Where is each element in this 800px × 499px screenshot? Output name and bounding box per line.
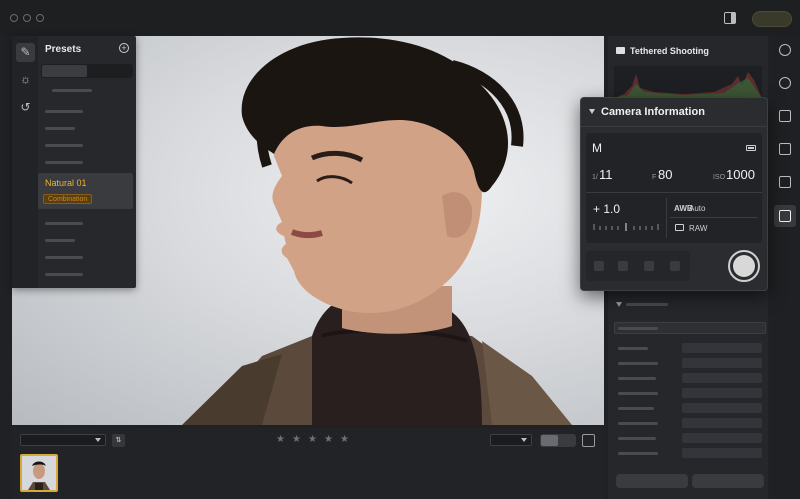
preset-item[interactable]: [45, 239, 75, 242]
divider: [670, 217, 758, 218]
shutter-button[interactable]: [728, 250, 760, 282]
row-label: [618, 377, 656, 380]
tethered-title: Tethered Shooting: [630, 46, 709, 56]
rating-star-2[interactable]: ★: [292, 434, 301, 445]
shooting-mode: M: [592, 141, 602, 155]
row-field[interactable]: [682, 343, 762, 353]
row-field[interactable]: [682, 418, 762, 428]
view-dropdown[interactable]: [490, 434, 532, 446]
face-icon[interactable]: [779, 77, 791, 89]
exposure-scale[interactable]: [592, 222, 660, 232]
divider: [666, 198, 667, 238]
exposure-compensation[interactable]: + 1.0: [593, 202, 620, 216]
row-label: [618, 407, 654, 410]
add-preset-icon[interactable]: +: [119, 43, 129, 53]
history-icon[interactable]: ↺: [19, 101, 32, 114]
sort-icon[interactable]: ⇅: [112, 434, 125, 447]
iso-label: ISO: [713, 174, 726, 181]
presets-icon[interactable]: ✎: [16, 43, 35, 62]
image-format-icon: [675, 224, 684, 231]
account-pill[interactable]: [752, 11, 792, 27]
image-format-value[interactable]: RAW: [689, 224, 707, 233]
battery-icon: [746, 145, 756, 151]
histogram: [614, 66, 762, 98]
divider: [586, 192, 762, 193]
preset-item[interactable]: [45, 222, 83, 225]
camera-control-button[interactable]: [618, 261, 628, 271]
zoom-window-button[interactable]: [36, 14, 44, 22]
title-bar: [0, 0, 800, 36]
camera-control-button[interactable]: [644, 261, 654, 271]
rating-star-4[interactable]: ★: [324, 434, 333, 445]
row-label: [618, 452, 658, 455]
shutter-label: 1/: [592, 174, 598, 181]
filter-dropdown[interactable]: [20, 434, 106, 446]
adjustments-icon[interactable]: ☼: [19, 73, 32, 86]
row-field[interactable]: [682, 403, 762, 413]
rating-star-5[interactable]: ★: [340, 434, 349, 445]
layout-toggle[interactable]: [540, 434, 576, 447]
preset-name: Natural 01: [45, 178, 87, 188]
image-icon[interactable]: [779, 110, 791, 122]
camera-control-button[interactable]: [594, 261, 604, 271]
row-label: [618, 392, 658, 395]
rating-star-1[interactable]: ★: [276, 434, 285, 445]
panel-action-button[interactable]: [616, 474, 688, 488]
preset-item[interactable]: [45, 273, 83, 276]
palette-icon[interactable]: [779, 44, 791, 56]
app-window: ✎ ☼ ↺ Presets + Natural 01 Combination T…: [0, 0, 800, 499]
preset-item[interactable]: [45, 127, 75, 130]
row-field[interactable]: [682, 388, 762, 398]
close-window-button[interactable]: [10, 14, 18, 22]
preset-tag: Combination: [43, 194, 93, 204]
camera-icon[interactable]: [779, 210, 791, 222]
row-label: [618, 362, 658, 365]
section-caret-icon[interactable]: [616, 302, 622, 307]
preset-item[interactable]: [45, 161, 83, 164]
crop-icon[interactable]: [779, 176, 791, 188]
aperture-value[interactable]: 80: [658, 167, 672, 182]
camera-icon: [616, 47, 625, 54]
camera-info-title: Camera Information: [601, 106, 705, 118]
filmstrip-thumbnail[interactable]: [20, 454, 58, 492]
compare-view-icon[interactable]: [582, 434, 595, 447]
rating-star-3[interactable]: ★: [308, 434, 317, 445]
presets-filter[interactable]: [52, 89, 92, 92]
row-label: [618, 422, 658, 425]
panel-action-button[interactable]: [692, 474, 764, 488]
presets-title: Presets: [45, 44, 82, 55]
row-field[interactable]: [682, 433, 762, 443]
section-header: [626, 303, 668, 306]
preset-item[interactable]: [45, 256, 83, 259]
row-label: [618, 437, 656, 440]
shirt-icon[interactable]: [779, 143, 791, 155]
row-label: [618, 347, 648, 350]
preset-item[interactable]: [45, 110, 83, 113]
right-tool-rail: [770, 36, 800, 499]
shutter-value[interactable]: 11: [599, 167, 613, 182]
row-field[interactable]: [682, 448, 762, 458]
dropdown-label: [618, 327, 658, 330]
aperture-label: F: [652, 174, 657, 181]
row-field[interactable]: [682, 358, 762, 368]
preset-item[interactable]: [45, 144, 83, 147]
minimize-window-button[interactable]: [23, 14, 31, 22]
panel-toggle-icon[interactable]: [724, 12, 736, 24]
collapse-caret-icon[interactable]: [589, 109, 595, 114]
camera-control-button[interactable]: [670, 261, 680, 271]
row-field[interactable]: [682, 373, 762, 383]
iso-value[interactable]: 1000: [726, 167, 755, 182]
white-balance-value[interactable]: Auto: [689, 204, 705, 213]
presets-segment-control[interactable]: [41, 64, 133, 78]
